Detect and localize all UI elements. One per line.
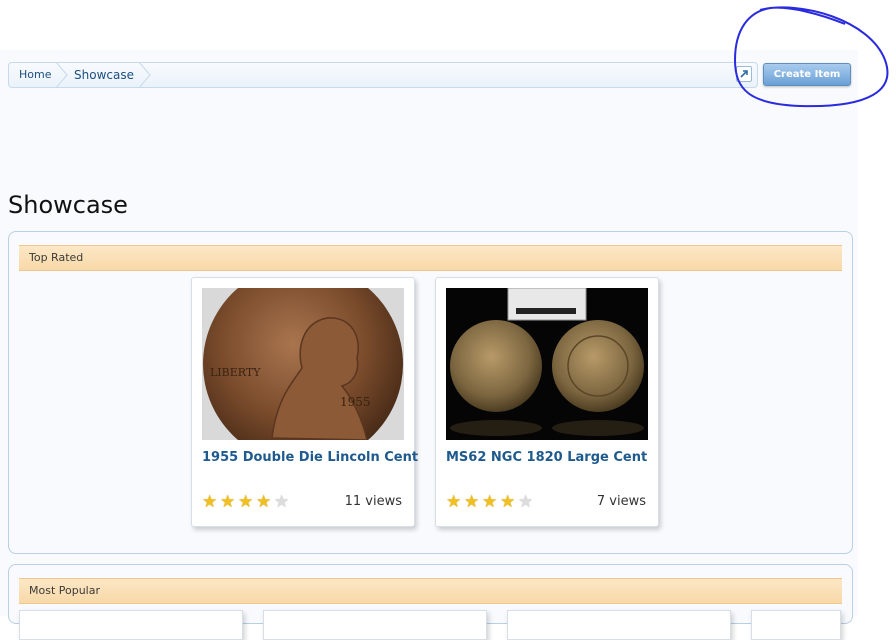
star-filled-icon: ★ [464,492,480,512]
create-item-button[interactable]: Create Item [763,63,851,86]
star-empty-icon: ★ [518,492,534,512]
view-count: 7 views [596,494,646,509]
external-link-icon[interactable] [736,66,752,82]
star-filled-icon: ★ [482,492,498,512]
item-thumbnail[interactable] [446,288,648,440]
showcase-item-card[interactable] [751,610,841,640]
item-thumbnail[interactable]: LIBERTY 1955 [202,288,404,440]
section-header: Top Rated [19,245,842,271]
star-filled-icon: ★ [446,492,462,512]
showcase-item-card[interactable]: LIBERTY 1955 1955 Double Die Lincoln Cen… [191,277,418,527]
star-empty-icon: ★ [274,492,290,512]
svg-text:LIBERTY: LIBERTY [210,366,261,379]
view-count: 11 views [344,494,402,509]
star-filled-icon: ★ [202,492,218,512]
most-popular-section: Most Popular [8,564,853,640]
top-rated-section: Top Rated LIBERTY 1955 1955 Double Die L… [8,231,853,554]
showcase-item-card[interactable] [507,610,731,640]
showcase-item-card[interactable] [19,610,243,640]
breadcrumb-separator-icon [55,62,68,88]
breadcrumb-current[interactable]: Showcase [74,63,134,87]
breadcrumb-separator-icon [138,62,151,88]
section-header: Most Popular [19,578,842,604]
breadcrumb: Home Showcase [8,62,758,88]
rating-stars: ★ ★ ★ ★ ★ [202,493,292,511]
breadcrumb-home-link[interactable]: Home [19,63,51,87]
rating-stars: ★ ★ ★ ★ ★ [446,493,536,511]
item-title-link[interactable]: 1955 Double Die Lincoln Cent [202,450,418,465]
svg-text:1955: 1955 [340,395,371,409]
item-title-link[interactable]: MS62 NGC 1820 Large Cent [446,450,647,465]
star-filled-icon: ★ [256,492,272,512]
showcase-item-card[interactable]: MS62 NGC 1820 Large Cent ★ ★ ★ ★ ★ 7 vie… [435,277,659,527]
star-filled-icon: ★ [220,492,236,512]
page-title: Showcase [8,191,128,219]
star-filled-icon: ★ [500,492,516,512]
showcase-item-card[interactable] [263,610,487,640]
star-filled-icon: ★ [238,492,254,512]
